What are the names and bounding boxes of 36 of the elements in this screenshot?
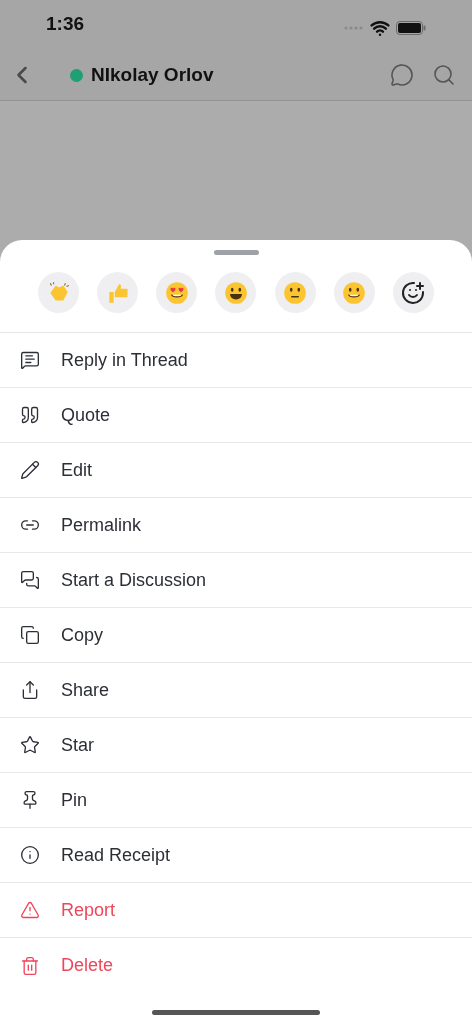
menu-item[interactable]: Copy — [0, 608, 472, 663]
add-reaction-button[interactable] — [392, 272, 434, 313]
speech-bubble-icon — [390, 63, 414, 87]
speech-bubbles-icon — [20, 570, 40, 590]
battery-icon — [396, 21, 426, 35]
wifi-icon — [370, 18, 390, 38]
reaction-button[interactable] — [215, 272, 257, 313]
add-emoji-icon — [401, 280, 426, 305]
menu-item[interactable]: Share — [0, 663, 472, 718]
menu-item[interactable]: Quote — [0, 388, 472, 443]
pencil-icon — [20, 460, 40, 480]
menu-item[interactable]: Read Receipt — [0, 828, 472, 883]
menu-item[interactable]: Permalink — [0, 498, 472, 553]
menu-item[interactable]: Start a Discussion — [0, 553, 472, 608]
chat-title: NIkolay Orlov — [91, 62, 214, 87]
drag-handle[interactable] — [213, 250, 259, 255]
menu-item[interactable]: Reply in Thread — [0, 333, 472, 388]
menu-item[interactable]: Pin — [0, 773, 472, 828]
grinning-face-icon — [222, 279, 249, 306]
menu-item[interactable]: Delete — [0, 938, 472, 993]
speech-bubble-icon — [20, 350, 40, 370]
status-time: 1:36 — [46, 11, 85, 36]
quote-icon — [20, 405, 40, 425]
search-icon — [432, 63, 456, 87]
warning-icon — [20, 900, 40, 920]
threads-button[interactable] — [388, 61, 416, 89]
menu-item[interactable]: Report — [0, 883, 472, 938]
heart-eyes-face-icon — [163, 279, 190, 306]
menu-item[interactable]: Edit — [0, 443, 472, 498]
smiling-face-icon — [341, 279, 368, 306]
info-icon — [20, 845, 40, 865]
menu-item[interactable]: Star — [0, 718, 472, 773]
star-icon — [20, 735, 40, 755]
share-icon — [20, 680, 40, 700]
copy-icon — [20, 625, 40, 645]
trash-icon — [20, 955, 40, 976]
